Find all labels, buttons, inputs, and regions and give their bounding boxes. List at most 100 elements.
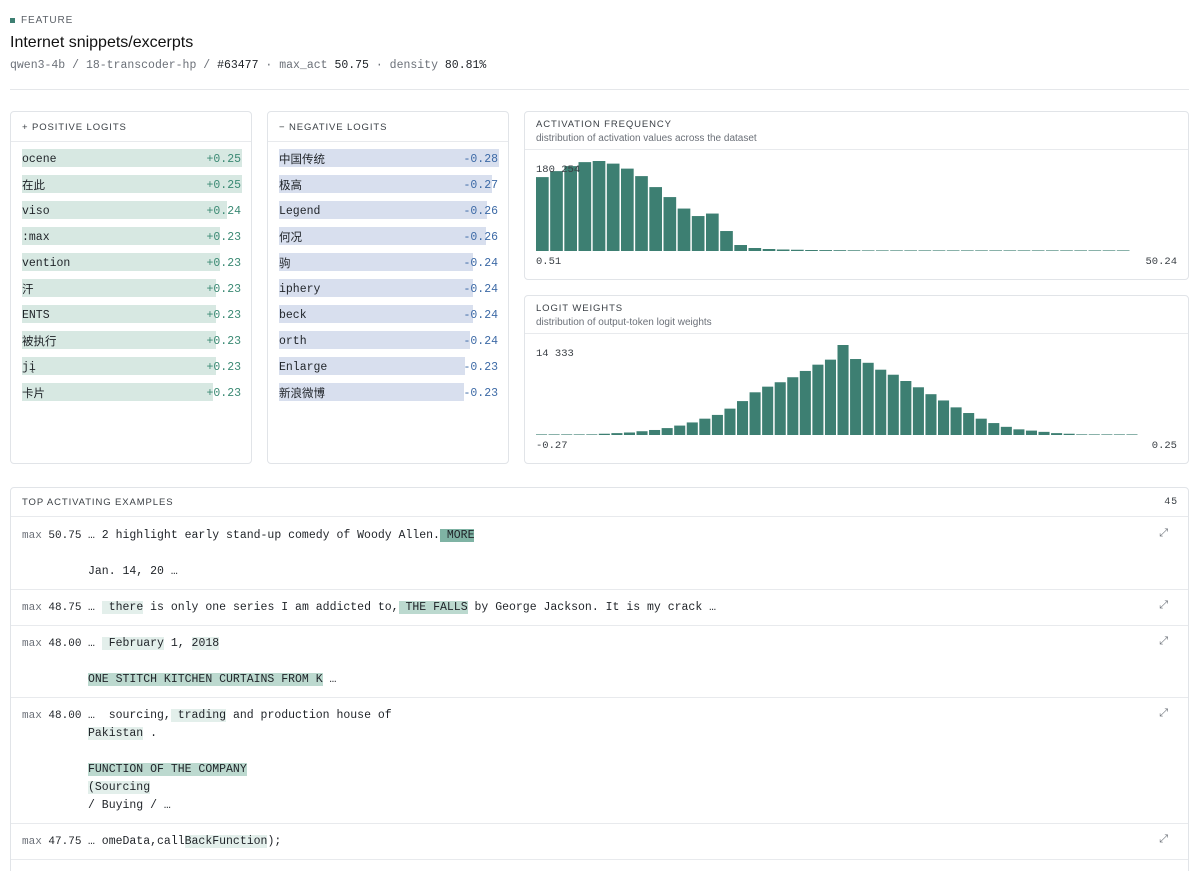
histogram-bar[interactable] [699,418,711,435]
histogram-bar[interactable] [861,250,875,251]
histogram-bar[interactable] [635,176,648,251]
histogram-bar[interactable] [1046,250,1059,251]
histogram-bar[interactable] [663,197,677,251]
expand-icon[interactable]: ⤢ [1159,600,1168,612]
histogram-bar[interactable] [720,231,733,251]
histogram-bar[interactable] [762,249,776,251]
histogram-bar[interactable] [824,359,836,435]
logit-row[interactable]: 新浪微博 -0.23 [279,380,498,406]
logit-row[interactable]: 极高 -0.27 [279,172,498,198]
histogram-bar[interactable] [1060,250,1073,251]
histogram-bar[interactable] [749,392,761,435]
histogram-bar[interactable] [876,250,889,251]
logit-row[interactable]: 卡片 +0.23 [22,380,241,406]
histogram-bar[interactable] [1063,433,1075,435]
histogram-bar[interactable] [1126,434,1138,435]
histogram-bar[interactable] [649,429,661,435]
logit-row[interactable]: beck -0.24 [279,302,498,328]
histogram-bar[interactable] [1003,250,1017,251]
histogram-bar[interactable] [774,382,786,435]
histogram-bar[interactable] [548,434,560,435]
histogram-bar[interactable] [791,249,804,251]
histogram-bar[interactable] [1013,429,1025,435]
histogram-bar[interactable] [1101,434,1113,435]
histogram-bar[interactable] [837,345,849,435]
histogram-bar[interactable] [536,434,548,435]
logit-row[interactable]: ocene +0.25 [22,146,242,172]
histogram-bar[interactable] [989,250,1002,251]
logit-row[interactable]: jį +0.23 [22,354,241,380]
logit-row[interactable]: 被执行 +0.23 [22,328,241,354]
logit-row[interactable]: vention +0.23 [22,250,241,276]
logit-row[interactable]: 中国传统 -0.28 [279,146,499,172]
expand-icon[interactable]: ⤢ [1159,636,1168,648]
histogram-bar[interactable] [1017,250,1031,251]
histogram-bar[interactable] [847,250,861,251]
histogram-bar[interactable] [674,425,686,435]
example-row[interactable]: max 47.75 … omeData,callBackFunction); ⤢ [11,824,1188,860]
histogram-bar[interactable] [677,208,691,251]
logit-row[interactable]: ENTS +0.23 [22,302,241,328]
example-row[interactable]: max 48.00 … sourcing, trading and product… [11,698,1188,824]
histogram-bar[interactable] [762,386,774,435]
histogram-bar[interactable] [1000,426,1012,435]
histogram-bar[interactable] [950,407,962,435]
histogram-bar[interactable] [598,433,610,435]
histogram-bar[interactable] [1025,430,1037,435]
logit-row[interactable]: 何况 -0.26 [279,224,498,250]
logit-row[interactable]: 在此 +0.25 [22,172,242,198]
logit-row[interactable]: iphery -0.24 [279,276,498,302]
histogram-bar[interactable] [1116,250,1130,251]
expand-icon[interactable]: ⤢ [1159,708,1168,720]
histogram-bar[interactable] [586,434,598,435]
histogram-bar[interactable] [1076,434,1088,435]
histogram-bar[interactable] [636,431,648,435]
layer-name[interactable]: 18-transcoder-hp [86,59,196,72]
histogram-bar[interactable] [904,250,917,251]
histogram-bar[interactable] [862,362,874,435]
histogram-bar[interactable] [1088,250,1102,251]
histogram-bar[interactable] [649,187,662,251]
histogram-bar[interactable] [573,434,585,435]
histogram-bar[interactable] [875,369,887,435]
expand-icon[interactable]: ⤢ [1159,528,1168,540]
histogram-bar[interactable] [1031,250,1045,251]
histogram-bar[interactable] [606,163,620,251]
example-row[interactable]: max 48.75 … there is only one series I am… [11,590,1188,626]
logit-row[interactable]: :max +0.23 [22,224,241,250]
histogram-bar[interactable] [711,414,723,435]
logit-row[interactable]: Enlarge -0.23 [279,354,498,380]
histogram-bar[interactable] [686,422,698,435]
histogram-bar[interactable] [550,171,563,251]
histogram-bar[interactable] [887,374,899,435]
histogram-bar[interactable] [564,166,577,251]
histogram-bar[interactable] [578,162,592,251]
histogram-bar[interactable] [737,401,749,435]
histogram-bar[interactable] [536,177,549,251]
histogram-bar[interactable] [925,394,937,435]
histogram-bar[interactable] [561,434,573,435]
logit-row[interactable]: 汗 +0.23 [22,276,241,302]
histogram-bar[interactable] [819,250,832,251]
histogram-bar[interactable] [734,245,747,251]
histogram-bar[interactable] [975,250,988,251]
histogram-bar[interactable] [611,433,623,435]
histogram-bar[interactable] [621,168,634,251]
histogram-bar[interactable] [724,408,736,435]
histogram-bar[interactable] [988,423,1000,435]
example-row[interactable]: max 48.00 … February 1, 2018 ONE STITCH KI… [11,626,1188,698]
histogram-bar[interactable] [1038,431,1050,435]
histogram-bar[interactable] [918,250,932,251]
histogram-bar[interactable] [776,249,790,252]
histogram-bar[interactable] [963,413,975,435]
histogram-bar[interactable] [833,250,847,251]
histogram-bar[interactable] [912,387,924,435]
logit-row[interactable]: orth -0.24 [279,328,498,354]
histogram-bar[interactable] [1088,434,1100,435]
histogram-bar[interactable] [691,216,705,251]
histogram-bar[interactable] [1102,250,1116,251]
histogram-bar[interactable] [961,250,974,251]
logit-row[interactable]: 驹 -0.24 [279,250,498,276]
histogram-bar[interactable] [1074,250,1087,251]
histogram-bar[interactable] [1113,434,1125,435]
